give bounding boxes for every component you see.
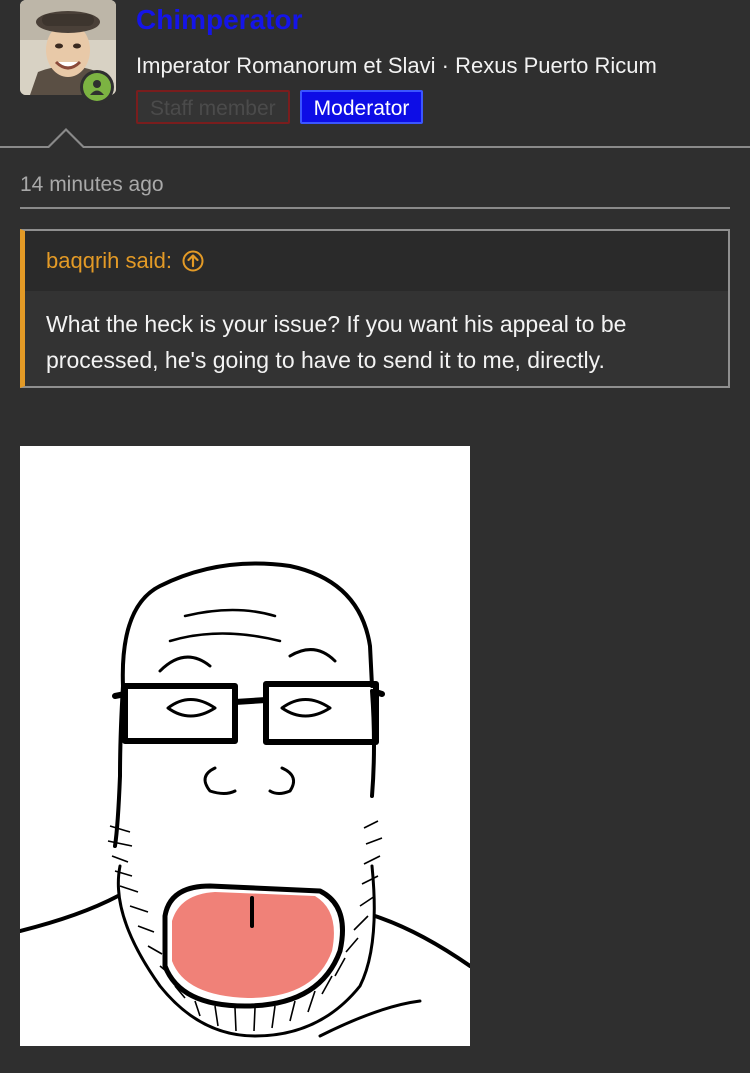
quote-author[interactable]: baqqrih said: [46,248,172,274]
user-title: Imperator Romanorum et Slavi · Rexus Pue… [136,53,657,78]
attached-image[interactable] [18,446,472,1046]
moderator-banner: Moderator [299,90,424,124]
online-status-indicator [80,70,114,104]
post-timestamp[interactable]: 14 minutes ago [20,172,164,198]
soyjak-drawing [18,561,472,1038]
quote-block: baqqrih said: What the heck is your issu… [20,229,730,388]
staff-member-banner: Staff member [136,90,290,124]
user-banners: Staff member Moderator [136,90,424,124]
forum-post: Chimperator Imperator Romanorum et Slavi… [0,0,750,1073]
quote-header[interactable]: baqqrih said: [25,231,728,291]
attribution-rule [20,207,730,209]
message-divider [0,146,750,148]
quote-text: What the heck is your issue? If you want… [46,311,627,373]
user-online-icon [83,73,111,101]
arrow-up-circle-icon[interactable] [182,250,204,272]
username-link[interactable]: Chimperator [136,3,302,37]
